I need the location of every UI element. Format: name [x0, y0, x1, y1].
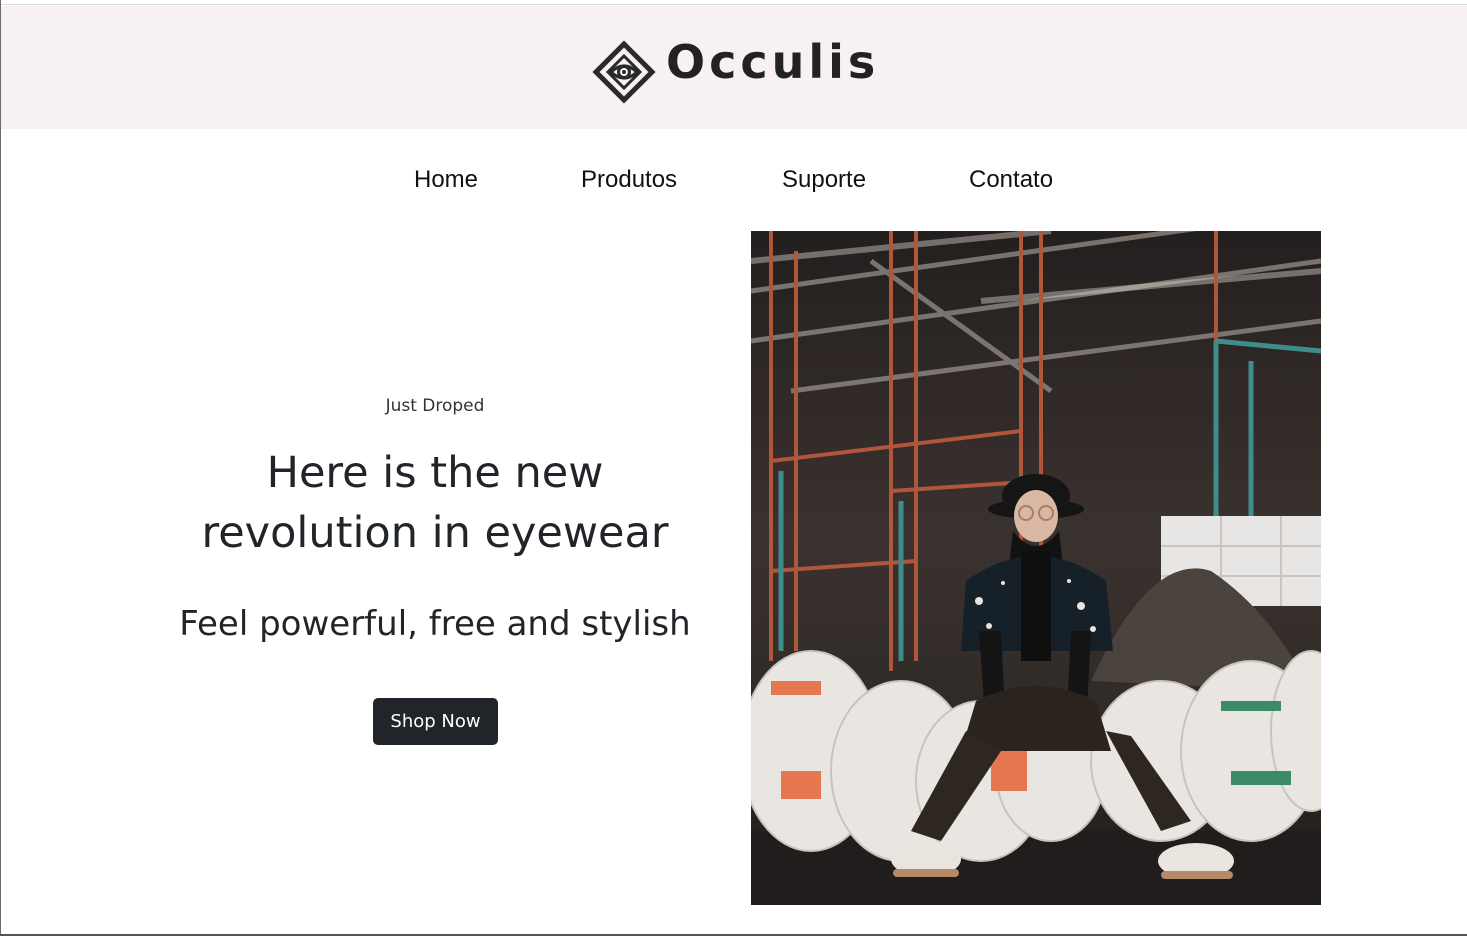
nav-item-home[interactable]: Home [414, 163, 478, 197]
nav-item-contato[interactable]: Contato [969, 163, 1053, 197]
nav-item-produtos[interactable]: Produtos [581, 163, 677, 197]
hero-headline: Here is the new revolution in eyewear [135, 443, 735, 563]
main-nav: Home Produtos Suporte Contato [0, 163, 1467, 197]
shop-now-button[interactable]: Shop Now [373, 698, 498, 745]
hero-eyebrow: Just Droped [385, 396, 485, 416]
hero-headline-line2: revolution in eyewear [201, 508, 669, 558]
hero-headline-line1: Here is the new [266, 448, 604, 498]
hero-subline: Feel powerful, free and stylish [179, 604, 691, 644]
hero-photo-illustration [751, 231, 1321, 905]
brand-name: Occulis [666, 35, 880, 89]
window-left-edge [0, 0, 1, 936]
window-top-edge [0, 0, 1467, 5]
nav-item-suporte[interactable]: Suporte [782, 163, 866, 197]
brand[interactable]: Occulis [592, 36, 879, 106]
eye-in-diamond-icon [592, 40, 656, 104]
hero-photo [751, 231, 1321, 905]
